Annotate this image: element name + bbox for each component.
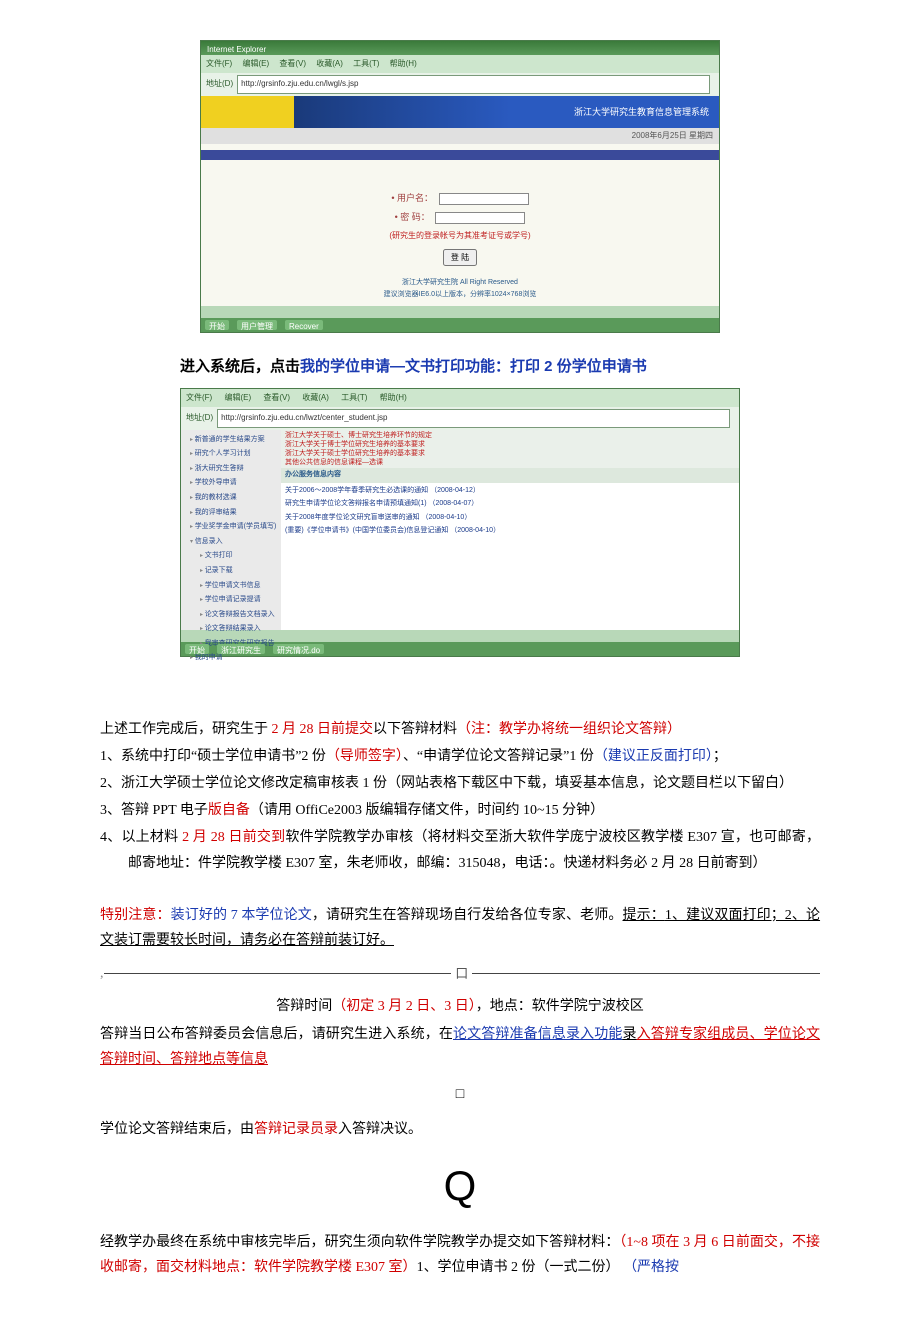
special-note: 特别注意：装订好的 7 本学位论文，请研究生在答辩现场自行发给各位专家、老师。提… bbox=[100, 903, 820, 953]
screenshot-login: Internet Explorer 文件(F) 编辑(E) 查看(V) 收藏(A… bbox=[200, 40, 720, 333]
sidebar-item[interactable]: 学校外导申请 bbox=[184, 476, 278, 491]
section-header: 办公服务信息内容 bbox=[281, 468, 739, 483]
main-area: 浙江大学关于硕士、博士研究生培养环节的规定 浙江大学关于博士学位研究生培养的基本… bbox=[281, 430, 739, 630]
item-3: 3、答辩 PPT 电子版自备（请用 OffiCe2003 版编辑存储文件，时间约… bbox=[100, 798, 820, 823]
window-titlebar: Internet Explorer bbox=[201, 41, 719, 55]
sidebar-subitem[interactable]: 论文答辩报告文档录入 bbox=[194, 608, 278, 623]
intro-line: 上述工作完成后，研究生于 2 月 28 日前提交以下答辩材料（注：教学办将统一组… bbox=[100, 717, 820, 742]
enter-system-line: 答辩当日公布答辩委员会信息后，请研究生进入系统，在论文答辩准备信息录入功能录入答… bbox=[100, 1022, 820, 1072]
defense-time: 答辩时间（初定 3 月 2 日、3 日），地点：软件学院宁波校区 bbox=[100, 994, 820, 1019]
sidebar-item[interactable]: 浙大研究生答辩 bbox=[184, 462, 278, 477]
box-icon: □ bbox=[100, 1082, 820, 1107]
final-submit: 经教学办最终在系统中审核完毕后，研究生须向软件学院教学办提交如下答辩材料：（1~… bbox=[100, 1230, 820, 1280]
sidebar-subitem[interactable]: 学位申请文书信息 bbox=[194, 579, 278, 594]
password-label: • 密 码： bbox=[395, 212, 430, 222]
item-2: 2、浙江大学硕士学位论文修改定稿审核表 1 份（网站表格下载区中下载，填妥基本信… bbox=[100, 771, 820, 796]
instruction-line: 进入系统后，点击我的学位申请—文书打印功能：打印 2 份学位申请书 bbox=[180, 353, 740, 380]
browser-menubar: 文件(F) 编辑(E) 查看(V) 收藏(A) 工具(T) 帮助(H) bbox=[201, 55, 719, 73]
password-input[interactable] bbox=[435, 212, 525, 224]
login-box: • 用户名： • 密 码： (研究生的登录帐号为其准考证号或学号) 登 陆 bbox=[201, 190, 719, 266]
login-hint: (研究生的登录帐号为其准考证号或学号) bbox=[201, 229, 719, 243]
site-footer: 浙江大学研究生院 All Right Reserved 建议浏览器IE6.0以上… bbox=[201, 277, 719, 302]
url-field: http://grsinfo.zju.edu.cn/lwzt/center_st… bbox=[217, 409, 730, 427]
Q-symbol: Q bbox=[100, 1148, 820, 1224]
notice-list: 关于2006～2008学年春季研究生必选课的通知 （2008-04-12） 研究… bbox=[281, 483, 739, 541]
screenshot-system: 文件(F) 编辑(E) 查看(V) 收藏(A) 工具(T) 帮助(H) 地址(D… bbox=[180, 388, 740, 657]
sidebar-subitem[interactable]: 文书打印 bbox=[194, 549, 278, 564]
item-1: 1、系统中打印“硕士学位申请书”2 份（导师签字）、“申请学位论文答辩记录”1 … bbox=[100, 744, 820, 769]
address-bar: 地址(D) http://grsinfo.zju.edu.cn/lwzt/cen… bbox=[181, 407, 739, 429]
sidebar-item[interactable]: 我的评审结果 bbox=[184, 506, 278, 521]
blue-divider bbox=[201, 150, 719, 160]
status-bar bbox=[201, 306, 719, 318]
date-bar: 2008年6月25日 星期四 bbox=[201, 128, 719, 144]
username-input[interactable] bbox=[439, 193, 529, 205]
notice-item[interactable]: (重要)《学位申请书》(中国学位委员会)信息登记通知 （2008-04-10） bbox=[285, 525, 735, 538]
item-4: 4、以上材料 2 月 28 日前交到软件学院教学办审核（将材料交至浙大软件学庞宁… bbox=[100, 825, 820, 875]
divider: , 口 bbox=[100, 961, 820, 986]
sidebar-item[interactable]: 信息录入 bbox=[184, 535, 278, 550]
after-defense-line: 学位论文答辩结束后，由答辩记录员录入答辩决议。 bbox=[100, 1117, 820, 1142]
notice-item[interactable]: 关于2006～2008学年春季研究生必选课的通知 （2008-04-12） bbox=[285, 485, 735, 498]
document-body: 上述工作完成后，研究生于 2 月 28 日前提交以下答辩材料（注：教学办将统一组… bbox=[100, 717, 820, 1281]
browser-menubar: 文件(F) 编辑(E) 查看(V) 收藏(A) 工具(T) 帮助(H) bbox=[181, 389, 739, 407]
address-label: 地址(D) bbox=[206, 77, 233, 91]
address-label: 地址(D) bbox=[186, 411, 213, 425]
sidebar-subitem[interactable]: 学位申请记录提请 bbox=[194, 593, 278, 608]
window-title: Internet Explorer bbox=[207, 45, 266, 54]
address-bar: 地址(D) http://grsinfo.zju.edu.cn/lwgl/s.j… bbox=[201, 73, 719, 95]
notice-item[interactable]: 关于2008年度学位论文研究盲审送审的通知 （2008-04-10） bbox=[285, 512, 735, 525]
sidebar-item[interactable]: 学业奖学金申请(学员填写) bbox=[184, 520, 278, 535]
sidebar-item[interactable]: 研究个人学习计划 bbox=[184, 447, 278, 462]
sidebar-subitem[interactable]: 记录下载 bbox=[194, 564, 278, 579]
sidebar-subitem[interactable]: 论文答辩结果录入 bbox=[194, 622, 278, 637]
site-banner: 浙江大学研究生教育信息管理系统 bbox=[201, 96, 719, 128]
login-button[interactable]: 登 陆 bbox=[443, 249, 477, 266]
tip-label: 提示： bbox=[623, 908, 665, 923]
sidebar: 新普通的学生结果方案 研究个人学习计划 浙大研究生答辩 学校外导申请 我的教材选… bbox=[181, 430, 281, 630]
sidebar-item[interactable]: 我的教材选课 bbox=[184, 491, 278, 506]
taskbar: 开始 用户管理 Recover bbox=[201, 318, 719, 332]
sidebar-item[interactable]: 新普通的学生结果方案 bbox=[184, 433, 278, 448]
top-links: 浙江大学关于硕士、博士研究生培养环节的规定 浙江大学关于博士学位研究生培养的基本… bbox=[281, 430, 739, 468]
notice-item[interactable]: 研究生申请学位论文答辩报名申请预填通知(1) （2008-04-07） bbox=[285, 498, 735, 511]
url-field: http://grsinfo.zju.edu.cn/lwgl/s.jsp bbox=[237, 75, 710, 93]
username-label: • 用户名： bbox=[391, 193, 433, 203]
box-icon: 口 bbox=[455, 962, 468, 985]
